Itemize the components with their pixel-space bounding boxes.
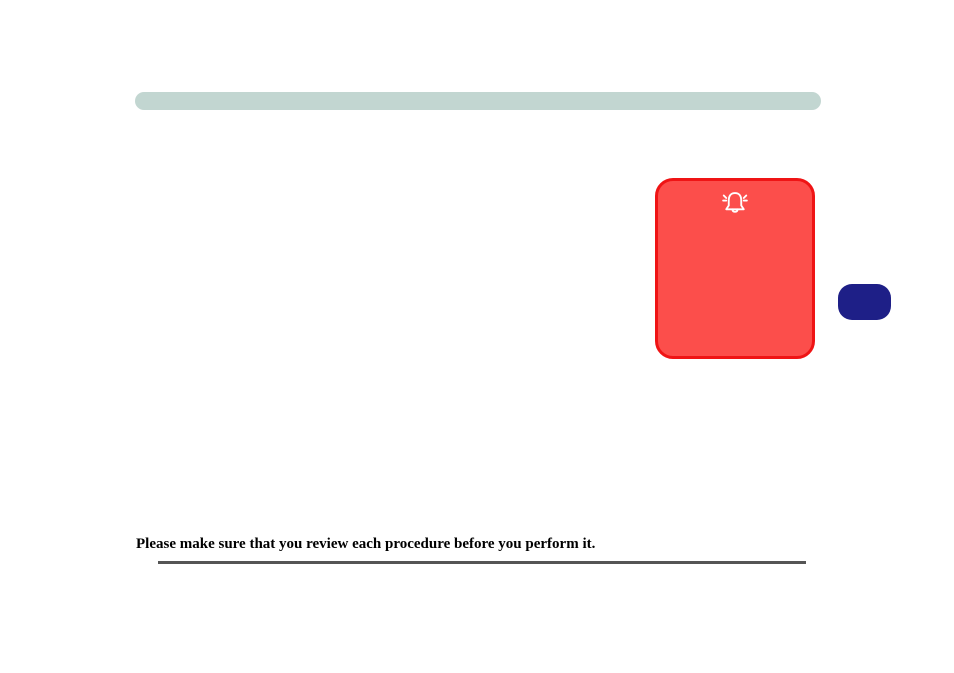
alarm-bell-icon xyxy=(720,188,750,218)
header-bar xyxy=(135,92,821,110)
instruction-text: Please make sure that you review each pr… xyxy=(136,536,595,553)
divider-line xyxy=(158,561,806,564)
side-tab-button[interactable] xyxy=(838,284,891,320)
warning-box xyxy=(655,178,815,359)
